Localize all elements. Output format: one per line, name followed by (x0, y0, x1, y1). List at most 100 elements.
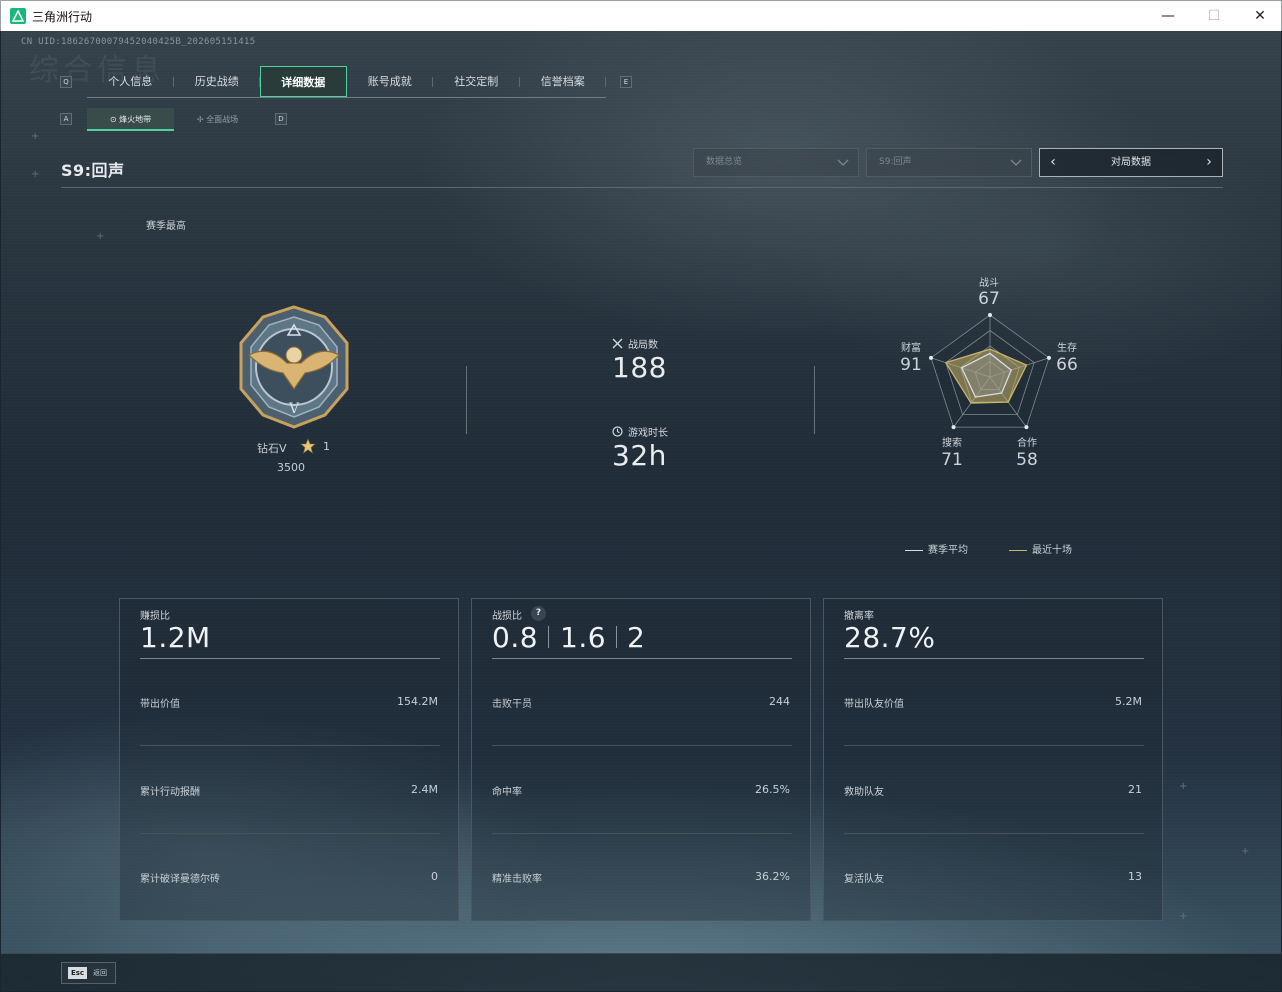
rank-stars: 1 (323, 440, 330, 453)
subtab-label: 全面战场 (206, 115, 239, 124)
window-title: 三角洲行动 (32, 10, 93, 24)
matches-value: 188 (612, 351, 667, 384)
match-data-pager: ‹ 对局数据 › (1039, 148, 1223, 177)
back-label: 返回 (93, 969, 107, 977)
legend-label: 最近十场 (1032, 545, 1072, 556)
stat-row-label: 累计破译曼德尔砖 (140, 874, 220, 885)
select-value: 数据总览 (706, 157, 743, 167)
card-title: 撤离率 (844, 611, 874, 622)
esc-key-icon: Esc (68, 967, 87, 979)
close-button[interactable]: ✕ (1237, 5, 1282, 29)
stat-row-label: 精准击败率 (492, 874, 542, 885)
header-divider (61, 187, 1223, 188)
deco-cross: + (31, 131, 40, 142)
subtab-label: 烽火地带 (119, 115, 152, 124)
legend-swatch (1009, 549, 1027, 551)
card-title: 赚损比 (140, 611, 170, 622)
extraction-card: 撤离率 28.7% 带出队友价值 5.2M 救助队友 21 复活队友 13 (823, 598, 1163, 921)
chevron-down-icon (1010, 159, 1022, 166)
minimize-button[interactable]: — (1145, 5, 1191, 29)
subtab-operations[interactable]: ⊙ 烽火地带 (87, 108, 174, 131)
row-divider (492, 745, 792, 746)
divider (814, 366, 815, 434)
tab-personal-info[interactable]: 个人信息 (87, 66, 174, 97)
clock-icon (612, 426, 623, 437)
legend-label: 赛季平均 (928, 545, 968, 556)
radar-axis-value: 91 (900, 355, 922, 375)
key-hint-q: Q (60, 76, 72, 88)
chevron-down-icon (837, 159, 849, 166)
radar-axis-label: 生存 (1057, 343, 1077, 354)
radar-axis-label: 合作 (1017, 438, 1037, 449)
tab-social[interactable]: 社交定制 (433, 66, 520, 97)
stat-row-value: 36.2% (755, 870, 790, 883)
footer-bar: Esc 返回 (1, 953, 1281, 991)
stat-row-label: 复活队友 (844, 874, 884, 885)
tab-achievements[interactable]: 账号成就 (347, 66, 434, 97)
legend-recent-ten: 最近十场 (1009, 541, 1072, 556)
uid-text: CN UID:18626700079452040425B_20260515141… (21, 37, 256, 47)
season-title: S9:回声 (61, 161, 125, 180)
stat-row-value: 13 (1128, 870, 1142, 883)
season-select[interactable]: S9:回声 (866, 148, 1032, 177)
rank-emblem-icon: V (239, 305, 349, 429)
row-divider (140, 833, 440, 834)
card-underline (492, 658, 792, 659)
mode-tabs: ⊙ 烽火地带 ✢ 全面战场 (87, 108, 261, 131)
deco-cross: + (96, 231, 105, 242)
stat-row-value: 0 (431, 870, 438, 883)
card-big-value: 1.2M (140, 621, 211, 654)
rank-score: 3500 (277, 461, 305, 474)
radar-axis-value: 58 (1016, 450, 1038, 470)
game-screen: 综合信息 CN UID:18626700079452040425B_202605… (1, 31, 1281, 991)
legend-swatch (905, 549, 923, 551)
crossed-swords-icon (612, 338, 623, 349)
chevron-left-icon[interactable]: ‹ (1042, 149, 1064, 176)
tab-credit[interactable]: 信誉档案 (520, 66, 607, 97)
deco-cross: + (31, 169, 40, 180)
row-divider (844, 833, 1144, 834)
radar-axis-value: 71 (941, 450, 963, 470)
chevron-right-icon[interactable]: › (1198, 149, 1220, 176)
radar-axis-dot (988, 313, 992, 317)
maximize-button[interactable]: ☐ (1191, 5, 1237, 29)
pager-label: 对局数据 (1111, 157, 1151, 168)
emblem-letter: V (288, 401, 300, 417)
stat-row-label: 命中率 (492, 787, 522, 798)
playtime-label: 游戏时长 (628, 428, 668, 439)
deco-cross: + (1241, 846, 1250, 857)
stat-row-label: 累计行动报酬 (140, 787, 200, 798)
app-logo-icon (10, 8, 26, 24)
back-button[interactable]: Esc 返回 (61, 962, 116, 984)
key-hint-d: D (275, 113, 287, 125)
star-icon (300, 438, 316, 454)
tab-history[interactable]: 历史战绩 (174, 66, 261, 97)
rank-name: 钻石V (257, 442, 287, 455)
stat-row-value: 5.2M (1115, 695, 1142, 708)
stat-row-label: 带出队友价值 (844, 699, 904, 710)
kd-card: 战损比 ? 0.8 1.6 2 击败干员 244 命中率 26.5% 精准击败率… (471, 598, 811, 921)
radar-axis-value: 66 (1056, 355, 1078, 375)
help-icon[interactable]: ? (531, 606, 546, 621)
row-divider (140, 745, 440, 746)
window-titlebar: 三角洲行动 — ☐ ✕ (0, 0, 1282, 31)
radar-axis-dot (951, 425, 956, 430)
stat-row-value: 21 (1128, 783, 1142, 796)
row-divider (492, 833, 792, 834)
legend-season-avg: 赛季平均 (905, 541, 968, 556)
kd-separator (616, 626, 617, 648)
stat-row-value: 244 (769, 695, 790, 708)
subtab-warfare[interactable]: ✢ 全面战场 (174, 108, 261, 131)
profit-card: 赚损比 1.2M 带出价值 154.2M 累计行动报酬 2.4M 累计破译曼德尔… (119, 598, 459, 921)
key-hint-e: E (620, 76, 632, 88)
kd-value-2: 1.6 (560, 621, 607, 654)
season-best-label: 赛季最高 (146, 221, 186, 232)
data-overview-select[interactable]: 数据总览 (693, 148, 859, 177)
deco-cross: + (1179, 911, 1188, 922)
tab-detailed-data[interactable]: 详细数据 (260, 66, 347, 97)
row-divider (844, 745, 1144, 746)
kd-separator (548, 626, 549, 648)
playtime-value: 32h (612, 439, 667, 472)
main-tabs: 个人信息 历史战绩 详细数据 账号成就 社交定制 信誉档案 (87, 66, 606, 98)
card-big-value: 28.7% (844, 621, 936, 654)
